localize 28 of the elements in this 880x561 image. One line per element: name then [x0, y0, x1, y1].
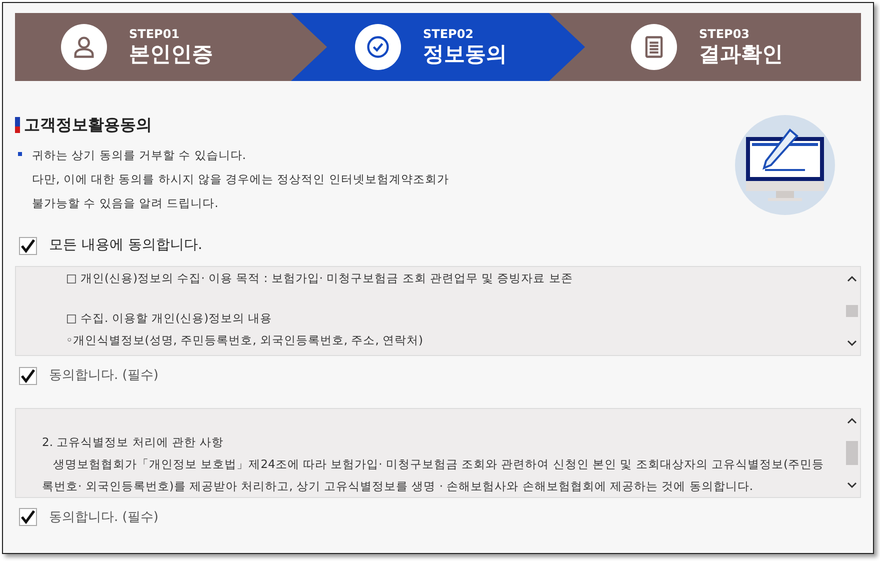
step-tab[interactable]: STEP02 정보동의 — [291, 13, 585, 81]
bullet-icon — [18, 152, 22, 156]
step-tab[interactable]: STEP03 결과확인 — [585, 13, 861, 81]
scroll-up-icon[interactable] — [847, 416, 857, 424]
checkbox-label: 동의합니다. (필수) — [49, 367, 158, 385]
consent-text: □ 수집. 이용할 개인(신용)정보의 내용 — [66, 310, 274, 327]
notice-text: 불가능할 수 있음을 알려 드립니다. — [32, 196, 218, 210]
section-title: 고객정보활용동의 — [24, 114, 152, 136]
step-tab[interactable]: STEP01 본인인증 — [15, 13, 291, 81]
scroll-down-icon[interactable] — [847, 482, 857, 488]
consent-text: □ 개인(신용)정보의 수집· 이용 목적 : 보험가입· 미청구보험금 조회 관련업무 및 증빙자료 보존 — [66, 270, 574, 287]
checkbox-label: 동의합니다. (필수) — [49, 508, 158, 526]
consent-text: 생명보험협회가「개인정보 보호법」제24조에 따라 보험가입· 미청구보험금 조회와 관련하여 신청인 본인 및 조회대상자의 고유식별정보(주민등록번호· 외국인등록번호)를 제공받아 처리하고, 상기 고유식별정보를 생명 · 손해보험사와 손해보험협회에 제공하는 것에 동의합니다. — [42, 456, 824, 494]
scroll-thumb[interactable] — [846, 305, 858, 317]
checkbox[interactable] — [19, 508, 37, 526]
computer-pen-icon — [735, 115, 835, 215]
scroll-down-icon[interactable] — [847, 340, 857, 347]
checkbox-label: 모든 내용에 동의합니다. — [49, 236, 202, 255]
notice-text: 다만, 이에 대한 동의를 하시지 않을 경우에는 정상적인 인터넷보험계약조회가 — [32, 172, 449, 186]
consent-text: ◦개인식별정보(성명, 주민등록번호, 외국인등록번호, 주소, 연락처) — [66, 332, 424, 349]
consent-text: 2. 고유식별정보 처리에 관한 사항 — [42, 434, 225, 450]
checkmark-icon — [365, 34, 391, 60]
checkbox[interactable] — [19, 236, 37, 254]
heading-marker-icon — [15, 117, 20, 133]
scroll-thumb[interactable] — [846, 440, 858, 464]
notice-text: 귀하는 상기 동의를 거부할 수 있습니다. — [32, 148, 246, 162]
checkbox[interactable] — [19, 366, 37, 385]
scroll-up-icon[interactable] — [847, 275, 857, 282]
